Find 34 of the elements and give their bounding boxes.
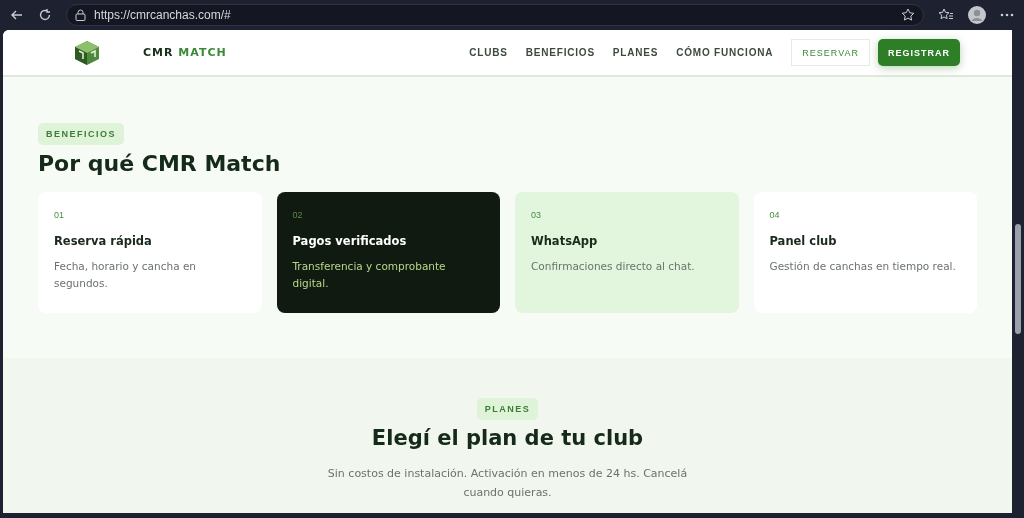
section-tag: PLANES xyxy=(476,398,539,420)
nav-link[interactable]: CLUBS xyxy=(469,47,508,58)
reserve-button[interactable]: RESERVAR xyxy=(791,39,870,66)
card-title: Reserva rápida xyxy=(54,234,153,248)
back-icon[interactable] xyxy=(10,8,24,22)
card-number: 04 xyxy=(769,210,781,220)
card-text: Transferencia y comprobante digital. xyxy=(292,259,447,291)
lock-icon xyxy=(75,9,86,21)
card-title: Pagos verificados xyxy=(292,234,408,248)
register-button[interactable]: REGISTRAR xyxy=(878,39,960,66)
card-text: Gestión de canchas en tiempo real. xyxy=(769,259,957,274)
brand-name[interactable]: CMR MATCH xyxy=(143,46,470,59)
address-bar[interactable]: https://cmrcanchas.com/# xyxy=(66,4,924,26)
logo-icon[interactable] xyxy=(73,39,101,66)
favorites-icon[interactable] xyxy=(938,8,954,22)
reload-icon[interactable] xyxy=(38,8,52,22)
card-number: 01 xyxy=(54,210,65,220)
avatar-icon[interactable] xyxy=(968,6,986,24)
card-text: Confirmaciones directo al chat. xyxy=(531,259,696,274)
card-number: 02 xyxy=(292,210,304,220)
scrollbar-thumb[interactable] xyxy=(1015,224,1021,334)
star-icon[interactable] xyxy=(901,8,915,22)
nav-link[interactable]: PLANES xyxy=(612,47,659,58)
card-title: Panel club xyxy=(769,234,838,248)
section-title: Elegí el plan de tu club xyxy=(371,426,644,450)
section-title: Por qué CMR Match xyxy=(38,151,282,176)
card-number: 03 xyxy=(531,210,542,220)
nav-link[interactable]: CÓMO FUNCIONA xyxy=(676,47,774,58)
more-icon[interactable] xyxy=(1000,13,1014,17)
section-subtitle: Sin costos de instalación. Activación en menos de 24 hs. Cancelá cuando quieras. xyxy=(326,466,689,501)
nav-link[interactable]: BENEFICIOS xyxy=(525,47,595,58)
section-tag: BENEFICIOS xyxy=(38,123,124,145)
card-title: WhatsApp xyxy=(531,234,599,248)
card-text: Fecha, horario y cancha en segundos. xyxy=(54,259,198,291)
